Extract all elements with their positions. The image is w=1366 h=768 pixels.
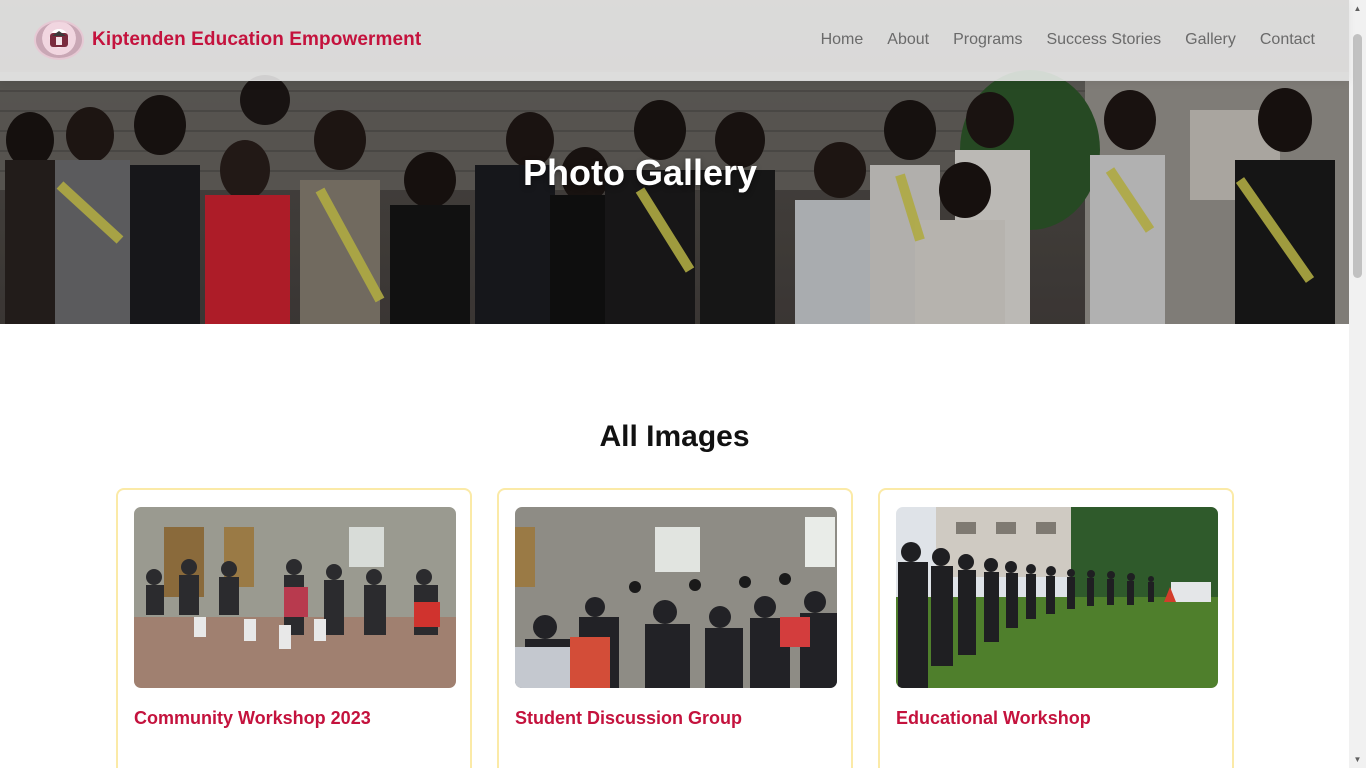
- gallery-caption: Educational Workshop: [896, 708, 1091, 728]
- nav-contact[interactable]: Contact: [1260, 31, 1315, 49]
- scroll-down-arrow-icon[interactable]: ▼: [1349, 751, 1366, 768]
- site-header: Kiptenden Education Empowerment Home Abo…: [0, 0, 1349, 81]
- page-scrollbar[interactable]: ▲ ▼: [1349, 0, 1366, 768]
- gallery-card[interactable]: Educational Workshop: [878, 488, 1234, 768]
- gallery-photo[interactable]: [134, 507, 456, 688]
- main-nav: Home About Programs Success Stories Gall…: [821, 31, 1315, 49]
- nav-home[interactable]: Home: [821, 31, 864, 49]
- gallery-card[interactable]: Community Workshop 2023: [116, 488, 472, 768]
- brand-name: Kiptenden Education Empowerment: [92, 29, 422, 50]
- gallery-caption: Community Workshop 2023: [134, 708, 371, 728]
- nav-about[interactable]: About: [887, 31, 929, 49]
- nav-gallery[interactable]: Gallery: [1185, 31, 1236, 49]
- gallery-photo[interactable]: [896, 507, 1218, 688]
- gallery-photo[interactable]: [515, 507, 837, 688]
- scroll-thumb[interactable]: [1353, 34, 1362, 278]
- nav-programs[interactable]: Programs: [953, 31, 1022, 49]
- brand-link[interactable]: Kiptenden Education Empowerment: [34, 20, 421, 60]
- gallery-card[interactable]: Student Discussion Group: [497, 488, 853, 768]
- gallery-grid: Community Workshop 2023 Student Discussi…: [116, 488, 1234, 768]
- logo-icon: [34, 20, 84, 60]
- page-title: Photo Gallery: [522, 152, 758, 193]
- scroll-up-arrow-icon[interactable]: ▲: [1349, 0, 1366, 17]
- gallery-caption: Student Discussion Group: [515, 708, 743, 728]
- gallery-section-title: All Images: [599, 420, 750, 453]
- nav-success-stories[interactable]: Success Stories: [1046, 31, 1161, 49]
